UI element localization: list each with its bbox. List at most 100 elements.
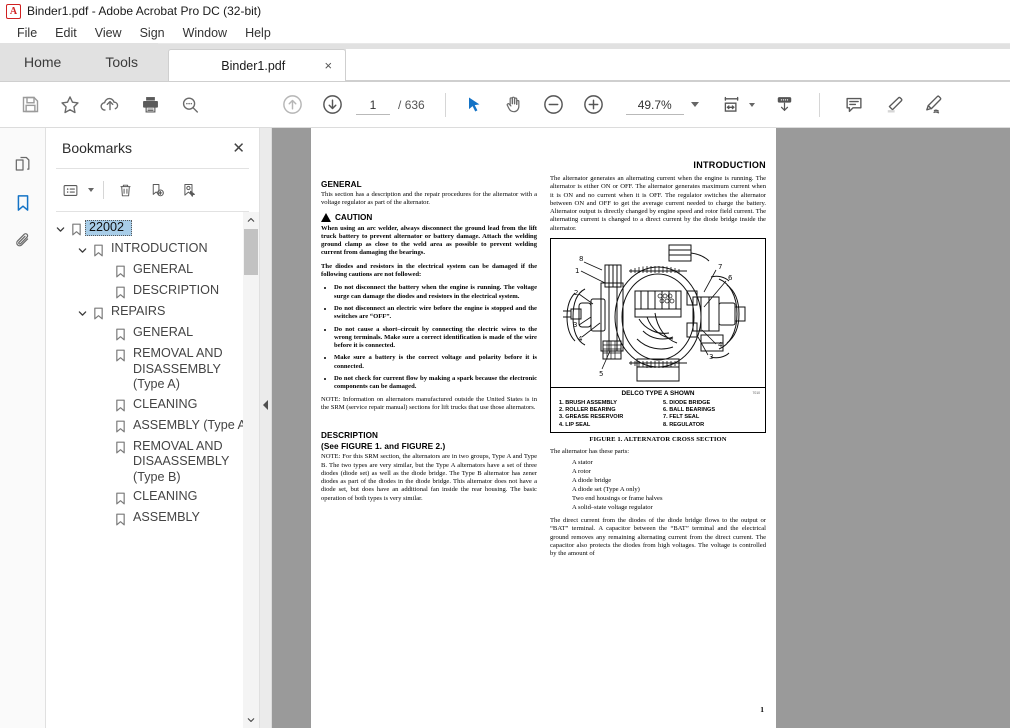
pdf-page: GENERAL This section has a description a… <box>311 128 776 728</box>
bookmark-item-label: REMOVAL AND DISASSEMBLY (Type A) <box>133 346 223 391</box>
bookmarks-toolbar <box>46 169 259 211</box>
bookmark-item-assembly-type-a[interactable]: ASSEMBLY (Type A) <box>46 416 259 437</box>
bookmarks-icon[interactable] <box>6 184 40 222</box>
sign-icon[interactable] <box>914 85 954 125</box>
scrollbar-thumb[interactable] <box>244 229 258 275</box>
bookmark-item-22002[interactable]: 22002 <box>46 218 259 239</box>
save-button[interactable] <box>10 85 50 125</box>
figure-legend-left: 1. BRUSH ASSEMBLY 2. ROLLER BEARING 3. G… <box>554 400 658 429</box>
chevron-down-icon[interactable] <box>690 102 699 107</box>
bookmark-flag-icon <box>112 347 128 363</box>
page-left-column: GENERAL This section has a description a… <box>321 160 537 564</box>
hand-tool-icon[interactable] <box>494 85 534 125</box>
bookmark-item-assembly[interactable]: ASSEMBLY <box>46 508 259 529</box>
chevron-down-icon[interactable] <box>74 305 90 321</box>
svg-text:4: 4 <box>718 341 723 349</box>
menu-file[interactable]: File <box>8 24 46 42</box>
page-thumbnails-icon[interactable] <box>6 146 40 184</box>
bookmark-item-cleaning[interactable]: CLEANING <box>46 395 259 416</box>
svg-text:5: 5 <box>599 370 603 378</box>
svg-text:2: 2 <box>574 289 578 297</box>
highlight-icon[interactable] <box>874 85 914 125</box>
bookmark-item-general[interactable]: GENERAL <box>46 260 259 281</box>
tab-tools[interactable]: Tools <box>85 43 159 81</box>
bookmark-flag-icon <box>90 305 106 321</box>
panel-collapse-handle[interactable] <box>260 128 272 728</box>
caution-block: CAUTION <box>321 212 537 222</box>
page-total-label: / 636 <box>398 97 425 112</box>
options-chevron-icon[interactable] <box>88 188 94 192</box>
bookmark-item-label: REMOVAL AND DISAASSEMBLY (Type B) <box>133 438 230 484</box>
page-title: INTRODUCTION <box>693 160 766 170</box>
new-bookmark-icon[interactable] <box>141 175 173 205</box>
options-list-icon[interactable] <box>54 175 86 205</box>
select-tool-icon[interactable] <box>454 85 494 125</box>
menu-sign[interactable]: Sign <box>131 24 174 42</box>
tab-home[interactable]: Home <box>0 43 86 81</box>
alternator-cross-section-drawing: 8 1 2 3 4 5 7 6 4 3 <box>551 239 765 387</box>
scroll-down-arrow-icon[interactable] <box>243 712 259 728</box>
document-viewer[interactable]: GENERAL This section has a description a… <box>272 128 1010 728</box>
bookmarks-tree[interactable]: 22002 INTRODUCTION GENERAL DESCRIPTION REPAI… <box>46 212 259 728</box>
bookmark-flag-icon <box>112 490 128 506</box>
page-right-column: INTRODUCTION The alternator generates an… <box>550 160 766 564</box>
chevron-left-icon[interactable] <box>263 400 268 410</box>
page-number-input[interactable]: 1 <box>356 95 390 115</box>
zoom-in-button[interactable] <box>574 85 614 125</box>
print-icon[interactable] <box>130 85 170 125</box>
warning-triangle-icon <box>321 212 331 222</box>
list-item: A rotor <box>572 468 591 476</box>
toolbar-separator-1 <box>444 92 446 117</box>
bookmark-item-removal-and-disaassembly-type-b[interactable]: REMOVAL AND DISAASSEMBLY (Type B) <box>46 437 259 488</box>
comment-icon[interactable] <box>834 85 874 125</box>
bookmarks-scrollbar[interactable] <box>243 212 259 728</box>
bookmark-item-introduction[interactable]: INTRODUCTION <box>46 239 259 260</box>
tab-document[interactable]: Binder1.pdf × <box>168 49 347 81</box>
close-icon[interactable]: ✕ <box>232 139 245 157</box>
menu-view[interactable]: View <box>86 24 131 42</box>
right-paragraph-1: The alternator generates an alternating … <box>550 175 766 232</box>
section-heading-general: GENERAL <box>321 180 362 189</box>
zoom-out-button[interactable] <box>534 85 574 125</box>
tab-strip-filler <box>346 49 1010 81</box>
tab-document-label: Binder1.pdf <box>221 58 286 73</box>
attachments-icon[interactable] <box>6 222 40 260</box>
fit-width-button[interactable] <box>717 85 747 125</box>
fit-options-chevron-icon[interactable] <box>748 102 755 107</box>
find-search-icon[interactable] <box>170 85 210 125</box>
scroll-up-arrow-icon[interactable] <box>243 212 259 228</box>
list-item: Do not disconnect an electric wire befor… <box>334 305 537 322</box>
navigation-rail <box>0 128 46 728</box>
bookmark-item-cleaning[interactable]: CLEANING <box>46 487 259 508</box>
caution-paragraph: When using an arc welder, always disconn… <box>321 224 537 257</box>
caution-bullet-list: Do not disconnect the battery when the e… <box>321 284 537 391</box>
bookmark-flag-icon <box>68 221 84 237</box>
caution-label: CAUTION <box>335 212 373 222</box>
chevron-down-icon[interactable] <box>74 242 90 258</box>
menu-window[interactable]: Window <box>174 24 236 42</box>
list-item: A diode bridge <box>572 477 612 485</box>
parts-intro: The alternator has these parts: <box>550 447 630 455</box>
edit-bookmark-icon[interactable] <box>173 175 205 205</box>
zoom-level-input[interactable]: 49.7% <box>625 95 684 115</box>
scroll-mode-button[interactable] <box>765 85 805 125</box>
menu-help[interactable]: Help <box>236 24 280 42</box>
previous-page-button[interactable] <box>272 85 312 125</box>
chevron-down-icon[interactable] <box>52 221 68 237</box>
toolbar-separator-2 <box>818 92 820 117</box>
bookmark-item-description[interactable]: DESCRIPTION <box>46 281 259 302</box>
bookmark-item-removal-and-disassembly-type-a[interactable]: REMOVAL AND DISASSEMBLY (Type A) <box>46 344 259 395</box>
next-page-button[interactable] <box>312 85 352 125</box>
trash-icon[interactable] <box>109 175 141 205</box>
bookmark-item-general[interactable]: GENERAL <box>46 323 259 344</box>
bookmark-item-repairs[interactable]: REPAIRS <box>46 302 259 323</box>
favorite-star-icon[interactable] <box>50 85 90 125</box>
bookmark-flag-icon <box>90 242 106 258</box>
bookmark-item-label: DESCRIPTION <box>133 283 220 297</box>
close-icon[interactable]: × <box>321 58 335 73</box>
send-file-icon[interactable] <box>90 85 130 125</box>
list-item: A diode set (Type A only) <box>572 486 640 494</box>
menu-edit[interactable]: Edit <box>46 24 86 42</box>
